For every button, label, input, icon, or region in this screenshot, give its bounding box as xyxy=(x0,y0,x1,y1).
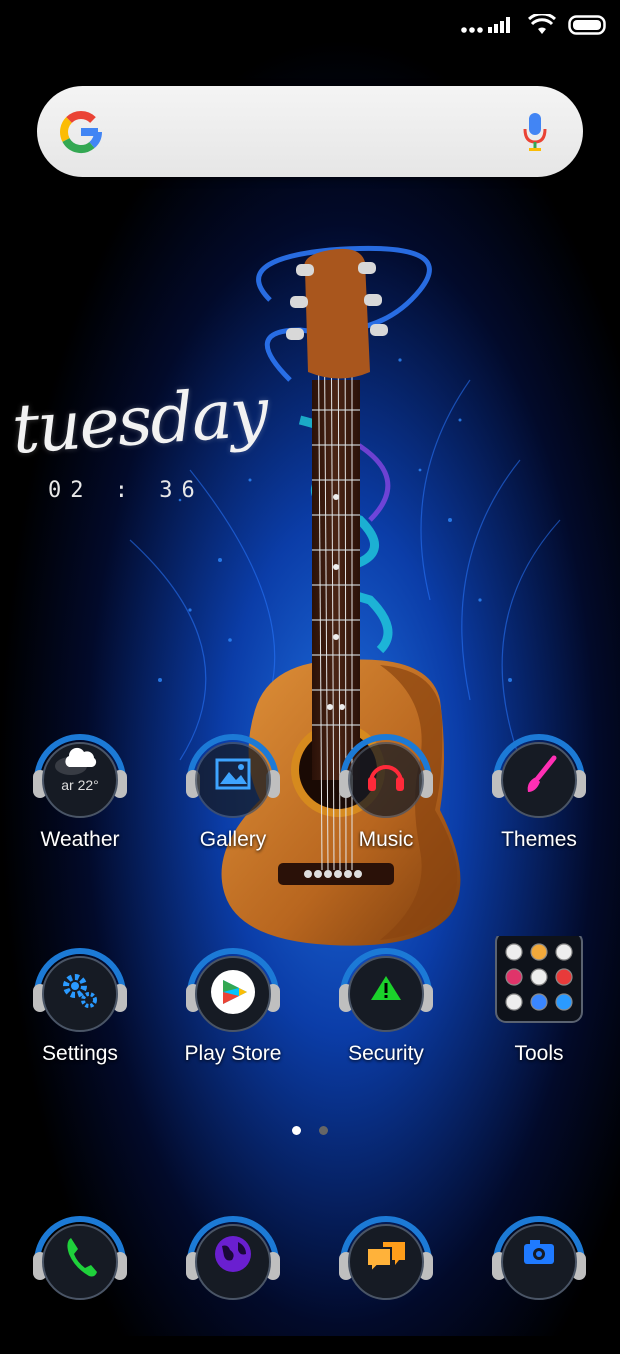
folder-icon xyxy=(495,936,583,1023)
clock-time[interactable]: 02 : 36 xyxy=(48,478,204,503)
search-bar[interactable] xyxy=(37,86,583,177)
app-tools[interactable]: Tools xyxy=(474,936,604,1086)
browser-icon xyxy=(186,1216,280,1300)
weather-icon: ar 22° xyxy=(33,734,127,818)
app-label: Tools xyxy=(514,1042,564,1065)
app-label: Gallery xyxy=(199,828,267,851)
dock-messages[interactable] xyxy=(321,1204,451,1354)
app-label: Settings xyxy=(42,1042,118,1065)
page-indicator xyxy=(292,1126,328,1135)
warning-icon xyxy=(339,948,433,1032)
page-dot-1[interactable] xyxy=(292,1126,301,1135)
weather-badge: ar 22° xyxy=(61,777,99,793)
gallery-icon xyxy=(186,734,280,818)
play-store-icon xyxy=(186,948,280,1032)
guitar-wallpaper xyxy=(0,0,620,1336)
page-dot-2[interactable] xyxy=(319,1126,328,1135)
app-play-store[interactable]: Play Store xyxy=(168,936,298,1086)
headphones-icon xyxy=(339,734,433,818)
app-weather[interactable]: ar 22° Weather xyxy=(15,722,145,872)
dock-camera[interactable] xyxy=(474,1204,604,1354)
app-settings[interactable]: Settings xyxy=(15,936,145,1086)
app-label: Themes xyxy=(501,828,577,851)
mic-icon[interactable] xyxy=(521,110,549,154)
battery-icon xyxy=(568,15,606,35)
app-label: Weather xyxy=(40,828,120,851)
app-security[interactable]: Security xyxy=(321,936,451,1086)
gear-icon xyxy=(33,948,127,1032)
dock-phone[interactable] xyxy=(15,1204,145,1354)
app-label: Security xyxy=(348,1042,424,1065)
dock-browser[interactable] xyxy=(168,1204,298,1354)
app-music[interactable]: Music xyxy=(321,722,451,872)
messages-icon xyxy=(339,1216,433,1300)
app-label: Music xyxy=(358,828,414,851)
status-bar xyxy=(460,10,606,40)
app-label: Play Store xyxy=(184,1042,282,1065)
signal-icon xyxy=(461,17,510,33)
phone-icon xyxy=(33,1216,127,1300)
google-icon xyxy=(60,111,103,153)
app-gallery[interactable]: Gallery xyxy=(168,722,298,872)
app-themes[interactable]: Themes xyxy=(474,722,604,872)
camera-icon xyxy=(492,1216,586,1300)
brush-icon xyxy=(492,734,586,818)
wifi-icon xyxy=(528,14,556,34)
